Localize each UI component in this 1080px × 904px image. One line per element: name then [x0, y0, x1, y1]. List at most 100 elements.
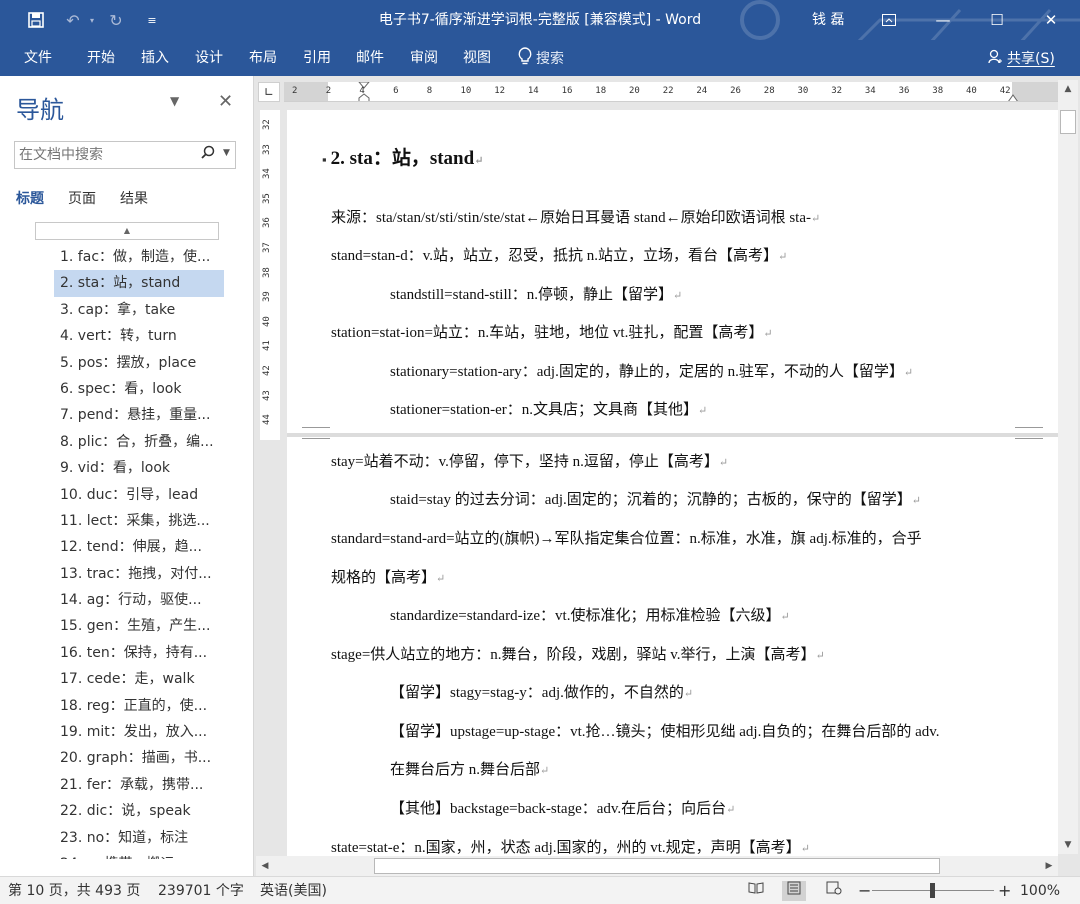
share-button[interactable]: 共享(S): [988, 40, 1055, 76]
nav-heading-item[interactable]: 9. vid：看，look: [54, 455, 224, 481]
nav-heading-item[interactable]: 7. pend：悬挂，重量...: [54, 402, 224, 428]
web-layout-icon[interactable]: [822, 881, 846, 901]
document-paragraph[interactable]: 来源：sta/stan/st/sti/stin/ste/stat←原始日耳曼语 …: [331, 206, 820, 227]
nav-tab-results[interactable]: 结果: [120, 188, 148, 208]
page-count[interactable]: 第 10 页，共 493 页: [8, 877, 140, 904]
document-paragraph[interactable]: 【其他】backstage=back-stage：adv.在后台；向后台↵: [390, 797, 735, 818]
maximize-icon[interactable]: ☐: [972, 0, 1022, 40]
nav-heading-item[interactable]: 5. pos：摆放，place: [54, 350, 224, 376]
document-paragraph[interactable]: standstill=stand-still：n.停顿，静止【留学】↵: [390, 283, 682, 304]
scroll-down-icon[interactable]: ▼: [1058, 836, 1078, 854]
nav-heading-item[interactable]: 20. graph：描画，书...: [54, 745, 224, 771]
ruler-tick-label: 42: [262, 365, 272, 376]
document-heading[interactable]: ▪ 2. sta：站，stand↵: [322, 143, 483, 170]
read-mode-icon[interactable]: [744, 881, 768, 901]
document-paragraph[interactable]: 【留学】upstage=up-stage：vt.抢…镜头；使相形见绌 adj.自…: [390, 720, 940, 741]
nav-heading-item[interactable]: 17. cede：走，walk: [54, 666, 224, 692]
document-paragraph[interactable]: stay=站着不动：v.停留，停下，坚持 n.逗留，停止【高考】↵: [331, 450, 728, 471]
nav-search-input[interactable]: [15, 142, 195, 168]
document-paragraph[interactable]: station=stat-ion=站立：n.车站，驻地，地位 vt.驻扎，配置【…: [331, 321, 773, 342]
scroll-up-icon[interactable]: ▲: [1058, 80, 1078, 98]
nav-options-chevron-down-icon[interactable]: ▼: [170, 94, 179, 108]
print-layout-icon[interactable]: [782, 881, 806, 901]
nav-heading-item[interactable]: 2. sta：站，stand: [54, 270, 224, 297]
paragraph-text: standardize=standard-ize：vt.使标准化；用标准检验【六…: [390, 608, 781, 624]
nav-heading-item[interactable]: 21. fer：承载，携带...: [54, 772, 224, 798]
nav-heading-item[interactable]: 24. ... 携带，搬运: [54, 851, 224, 859]
tab-home[interactable]: 开始: [78, 40, 124, 76]
nav-heading-item[interactable]: 4. vert：转，turn: [54, 323, 224, 349]
minimize-icon[interactable]: —: [918, 0, 968, 40]
tab-references[interactable]: 引用: [294, 40, 340, 76]
tab-layout[interactable]: 布局: [240, 40, 286, 76]
nav-heading-item[interactable]: 16. ten：保持，持有...: [54, 640, 224, 666]
tab-design[interactable]: 设计: [186, 40, 232, 76]
zoom-slider-thumb[interactable]: [930, 883, 935, 898]
nav-heading-item[interactable]: 10. duc：引导，lead: [54, 482, 224, 508]
crop-mark: [302, 427, 330, 439]
nav-search-box: ▼: [14, 141, 236, 169]
vertical-ruler[interactable]: 32 33 34 35 36 37 38 39 40 41 42 43 44: [260, 110, 280, 440]
nav-heading-item[interactable]: 14. ag：行动，驱使...: [54, 587, 224, 613]
nav-heading-item[interactable]: 23. no：知道，标注: [54, 825, 224, 851]
nav-heading-item[interactable]: 22. dic：说，speak: [54, 798, 224, 824]
zoom-in-icon[interactable]: +: [998, 877, 1011, 904]
scroll-right-icon[interactable]: ▶: [1040, 856, 1058, 876]
document-paragraph[interactable]: stationary=station-ary：adj.固定的，静止的，定居的 n…: [390, 360, 913, 381]
horizontal-scrollbar[interactable]: ◀ ▶: [256, 856, 1058, 876]
horizontal-scroll-thumb[interactable]: [374, 858, 940, 874]
nav-close-icon[interactable]: ✕: [218, 91, 233, 112]
tab-selector-icon[interactable]: ∟: [258, 82, 280, 102]
tab-mailings[interactable]: 邮件: [347, 40, 393, 76]
document-paragraph[interactable]: state=stat-e：n.国家，州，状态 adj.国家的，州的 vt.规定，…: [331, 836, 810, 857]
vertical-scroll-thumb[interactable]: [1060, 110, 1076, 134]
nav-heading-item[interactable]: 8. plic：合，折叠，编...: [54, 429, 224, 455]
document-paragraph[interactable]: 【留学】stagy=stag-y：adj.做作的，不自然的↵: [390, 681, 693, 702]
tab-review[interactable]: 审阅: [401, 40, 447, 76]
nav-heading-item[interactable]: 13. trac：拖拽，对付...: [54, 561, 224, 587]
document-paragraph[interactable]: standard=stand-ard=站立的(旗帜)→军队指定集合位置：n.标准…: [331, 527, 922, 548]
ruler-tick-label: 34: [262, 168, 272, 180]
nav-heading-item[interactable]: 1. fac：做，制造，使...: [54, 244, 224, 270]
nav-heading-item[interactable]: 19. mit：发出，放入...: [54, 719, 224, 745]
collapse-all-button[interactable]: ▲: [35, 222, 219, 240]
nav-heading-item[interactable]: 6. spec：看，look: [54, 376, 224, 402]
word-count[interactable]: 239701 个字: [158, 877, 244, 904]
tell-me-search[interactable]: 搜索: [518, 40, 564, 76]
document-paragraph[interactable]: stationer=station-er：n.文具店；文具商【其他】↵: [390, 398, 707, 419]
ruler-tick-label: 36: [898, 86, 910, 96]
search-icon[interactable]: [201, 145, 215, 163]
language-indicator[interactable]: 英语(美国): [260, 877, 327, 904]
user-name[interactable]: 钱 磊: [812, 0, 844, 40]
vertical-scrollbar[interactable]: ▲ ▼: [1058, 80, 1078, 854]
zoom-level[interactable]: 100%: [1020, 877, 1060, 904]
nav-heading-item[interactable]: 18. reg：正直的，使...: [54, 693, 224, 719]
document-paragraph[interactable]: staid=stay 的过去分词：adj.固定的；沉着的；沉静的；古板的，保守的…: [390, 488, 921, 509]
nav-heading-item[interactable]: 11. lect：采集，挑选...: [54, 508, 224, 534]
search-options-chevron-down-icon[interactable]: ▼: [223, 148, 230, 158]
undo-icon[interactable]: ↶: [60, 0, 86, 40]
document-paragraph[interactable]: 规格的【高考】↵: [331, 566, 445, 587]
nav-heading-item[interactable]: 3. cap：拿，take: [54, 297, 224, 323]
document-paragraph[interactable]: stand=stan-d：v.站，站立，忍受，抵抗 n.站立，立场，看台【高考】…: [331, 244, 787, 265]
zoom-out-icon[interactable]: −: [858, 877, 871, 904]
tab-view[interactable]: 视图: [454, 40, 500, 76]
document-paragraph[interactable]: standardize=standard-ize：vt.使标准化；用标准检验【六…: [390, 604, 790, 625]
paragraph-mark-icon: ↵: [726, 804, 736, 816]
nav-tab-headings[interactable]: 标题: [16, 188, 44, 208]
document-paragraph[interactable]: stage=供人站立的地方：n.舞台，阶段，戏剧，驿站 v.举行，上演【高考】↵: [331, 643, 825, 664]
close-icon[interactable]: ✕: [1026, 0, 1076, 40]
customize-qat-icon[interactable]: ≡: [142, 0, 162, 40]
undo-dropdown-icon[interactable]: ▾: [86, 0, 98, 40]
ribbon-display-options-icon[interactable]: [864, 0, 914, 40]
document-paragraph[interactable]: 在舞台后方 n.舞台后部↵: [390, 758, 549, 779]
nav-heading-item[interactable]: 12. tend：伸展，趋...: [54, 534, 224, 560]
tab-insert[interactable]: 插入: [132, 40, 178, 76]
horizontal-ruler[interactable]: 2 2 4 6 8 10 12 14 16 18 20 22 24 26 28 30 32 34 36 38 40 42: [284, 82, 1060, 102]
nav-tab-pages[interactable]: 页面: [68, 188, 96, 208]
nav-heading-item[interactable]: 15. gen：生殖，产生...: [54, 613, 224, 639]
redo-icon[interactable]: ↻: [104, 0, 128, 40]
save-icon[interactable]: [22, 0, 50, 40]
tab-file[interactable]: 文件: [14, 40, 62, 76]
scroll-left-icon[interactable]: ◀: [256, 856, 274, 876]
